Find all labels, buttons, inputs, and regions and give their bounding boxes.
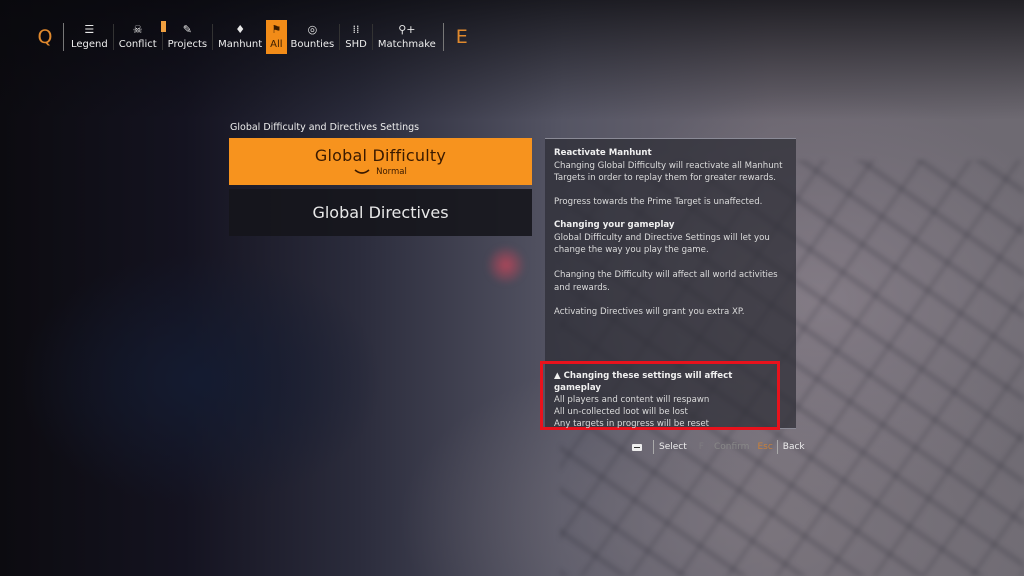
hint-divider: [653, 440, 654, 454]
map-marker: [486, 245, 526, 285]
warning-heading-text: Changing these settings will affect game…: [554, 371, 733, 393]
new-badge: [160, 21, 166, 32]
nav-divider: [442, 23, 444, 51]
nav-tab-label: All: [270, 39, 283, 50]
info-block: Activating Directives will grant you ext…: [554, 306, 790, 319]
select-label: Select: [659, 442, 687, 452]
nav-tab-label: Legend: [71, 39, 108, 50]
nav-tab-legend[interactable]: ☰ Legend: [67, 20, 112, 54]
nav-tab-bounties[interactable]: ◎ Bounties: [287, 20, 339, 54]
nav-tab-projects[interactable]: ✎ Projects: [160, 20, 211, 54]
nav-tab-shd[interactable]: ⁞⁞ SHD: [341, 20, 371, 54]
warning-triangle-icon: ▲: [554, 371, 561, 381]
info-text: Global Difficulty and Directive Settings…: [554, 232, 770, 256]
info-heading: Reactivate Manhunt: [554, 148, 652, 158]
hint-divider: [776, 440, 778, 454]
info-text: Activating Directives will grant you ext…: [554, 307, 745, 317]
option-title: Global Difficulty: [314, 146, 447, 165]
nav-tab-all[interactable]: ⚑ All: [266, 20, 287, 54]
nav-divider: [212, 24, 214, 50]
chevron-down-icon: [354, 169, 370, 174]
matchmake-icon: ⚲+: [398, 23, 416, 36]
nav-tab-label: Conflict: [118, 39, 157, 50]
spacebar-key-icon: [632, 443, 642, 451]
option-title: Global Directives: [312, 203, 449, 222]
info-text: Progress towards the Prime Target is una…: [554, 197, 763, 207]
warning-line: All un-collected loot will be lost: [554, 407, 688, 417]
info-block: Reactivate Manhunt Changing Global Diffi…: [554, 147, 790, 185]
info-text: Changing Global Difficulty will reactiva…: [554, 160, 783, 184]
info-heading: Changing your gameplay: [554, 220, 675, 230]
warning-heading: ▲ Changing these settings will affect ga…: [554, 370, 777, 394]
warning-content: ▲ Changing these settings will affect ga…: [554, 370, 777, 430]
list-icon: ☰: [84, 23, 95, 36]
warning-line: All players and content will respawn: [554, 395, 710, 405]
crosshair-icon: ◎: [307, 23, 318, 36]
global-difficulty-option[interactable]: Global Difficulty Normal: [229, 138, 532, 185]
next-tab-key[interactable]: E: [447, 26, 477, 48]
back-label: Back: [782, 442, 805, 452]
info-text: Changing the Difficulty will affect all …: [554, 270, 778, 293]
prev-tab-key[interactable]: Q: [30, 26, 60, 48]
info-block: Changing the Difficulty will affect all …: [554, 269, 790, 294]
confirm-hint[interactable]: F Confirm: [699, 442, 750, 452]
nav-tab-label: SHD: [345, 39, 367, 50]
nav-tab-label: Bounties: [290, 39, 335, 50]
nav-tab-manhunt[interactable]: ♦ Manhunt: [214, 20, 266, 54]
esc-key: Esc: [757, 442, 773, 452]
nav-tab-conflict[interactable]: ☠ Conflict: [115, 20, 161, 54]
top-nav: Q ☰ Legend ☠ Conflict ✎ Projects ♦ Manhu…: [30, 20, 477, 54]
difficulty-value-label: Normal: [376, 167, 407, 177]
warning-line: Any targets in progress will be reset: [554, 419, 710, 429]
nav-divider: [112, 24, 114, 50]
target-pin-icon: ♦: [235, 23, 246, 36]
info-block: Progress towards the Prime Target is una…: [554, 196, 790, 209]
skull-crossed-icon: ☠: [132, 23, 143, 36]
back-hint[interactable]: Esc Back: [757, 440, 805, 454]
warning-box: ▲ Changing these settings will affect ga…: [540, 361, 780, 430]
nav-divider: [371, 24, 373, 50]
all-map-icon: ⚑: [271, 23, 282, 36]
confirm-key: F: [698, 442, 704, 452]
nav-tab-label: Manhunt: [218, 39, 263, 50]
confirm-label: Confirm: [713, 442, 750, 452]
clipboard-icon: ✎: [182, 23, 192, 36]
button-hints: Select F Confirm Esc Back: [632, 440, 805, 454]
section-title: Global Difficulty and Directives Setting…: [230, 122, 420, 133]
nav-tab-matchmake[interactable]: ⚲+ Matchmake: [374, 20, 440, 54]
nav-tab-label: Projects: [167, 39, 208, 50]
global-directives-option[interactable]: Global Directives: [229, 189, 532, 236]
select-hint[interactable]: Select: [632, 440, 687, 454]
shd-icon: ⁞⁞: [352, 23, 360, 36]
nav-tab-label: Matchmake: [377, 39, 436, 50]
nav-divider: [63, 23, 64, 51]
top-shade: [0, 0, 1024, 120]
info-block: Changing your gameplay Global Difficulty…: [554, 219, 790, 257]
difficulty-value[interactable]: Normal: [354, 167, 407, 177]
nav-divider: [339, 24, 341, 50]
